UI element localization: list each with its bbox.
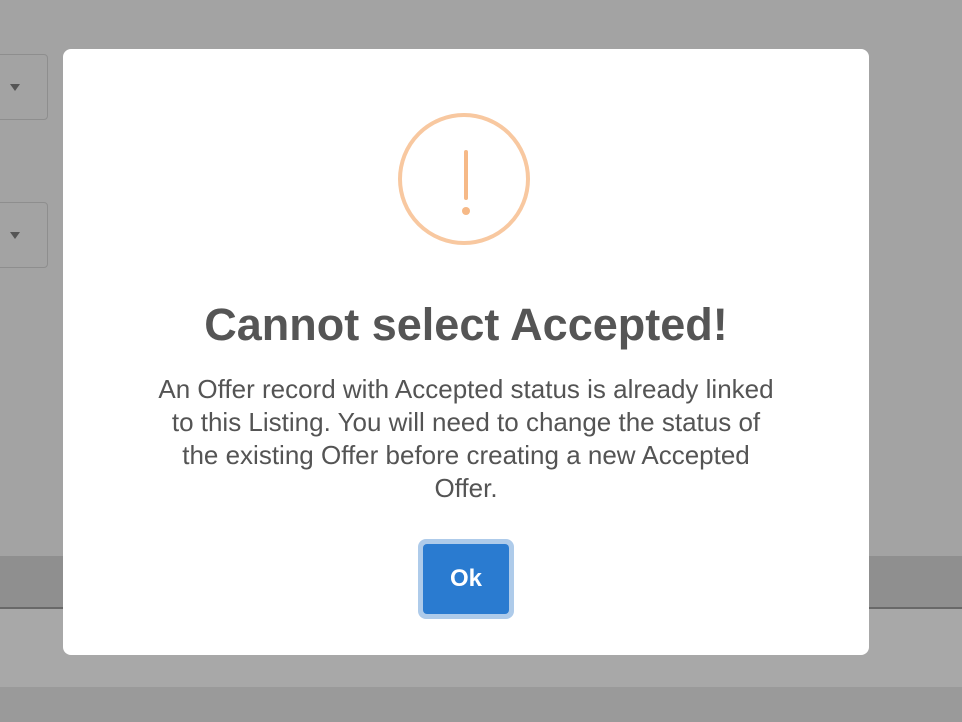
background-dropdown[interactable] [0,54,48,120]
ok-button[interactable]: Ok [423,544,509,614]
chevron-down-icon [10,84,20,91]
page-backdrop: Cannot select Accepted! An Offer record … [0,0,962,722]
background-footer [0,687,962,722]
exclamation-bar [464,150,468,200]
alert-dialog: Cannot select Accepted! An Offer record … [63,49,869,655]
exclamation-dot [462,207,470,215]
chevron-down-icon [10,232,20,239]
ok-button-focus-ring: Ok [418,539,514,619]
dialog-title: Cannot select Accepted! [204,299,728,350]
dialog-message: An Offer record with Accepted status is … [158,374,774,503]
background-dropdown[interactable] [0,202,48,268]
warning-icon [398,113,530,245]
